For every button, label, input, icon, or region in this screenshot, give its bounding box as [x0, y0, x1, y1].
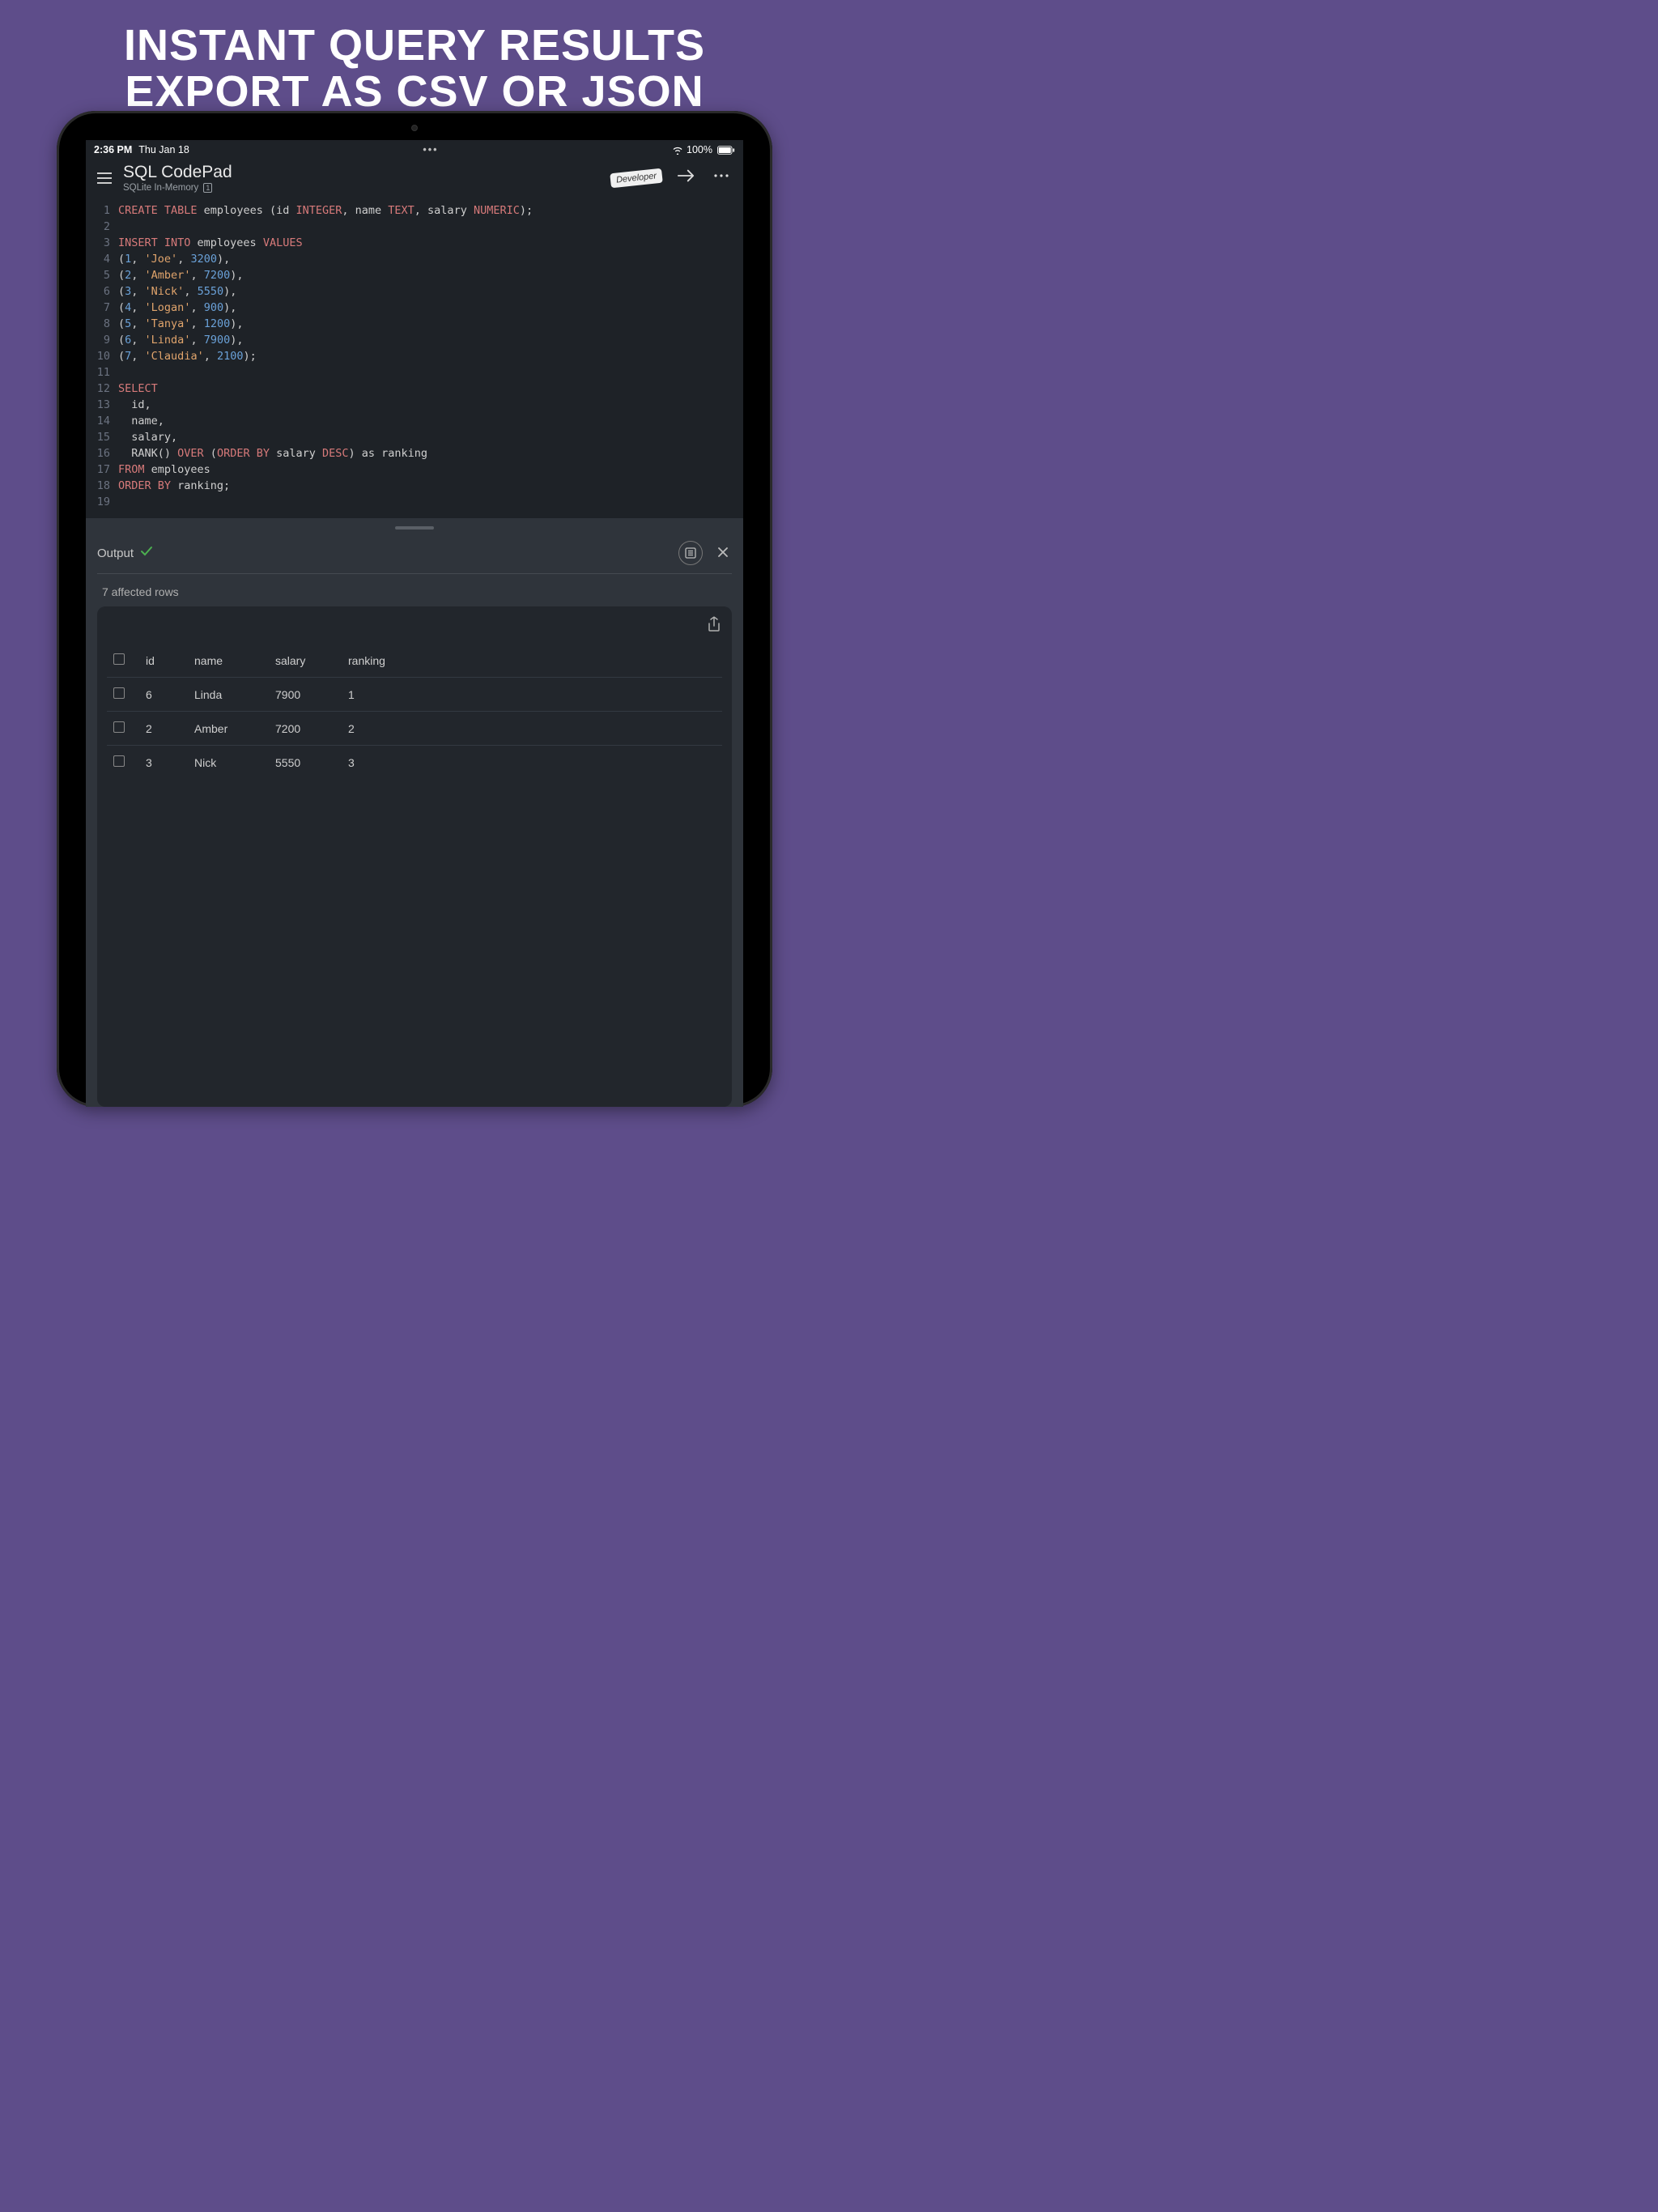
- column-header[interactable]: ranking: [342, 644, 722, 678]
- cell: Nick: [188, 746, 269, 780]
- line-number: 19: [86, 494, 118, 510]
- db-engine-label: SQLite In-Memory: [123, 183, 198, 193]
- cell: Amber: [188, 712, 269, 746]
- battery-percent: 100%: [687, 144, 712, 155]
- more-button[interactable]: [709, 168, 733, 187]
- wifi-icon: [672, 146, 683, 155]
- select-all-checkbox[interactable]: [113, 653, 125, 665]
- line-number: 2: [86, 219, 118, 235]
- line-number: 5: [86, 267, 118, 283]
- line-number: 4: [86, 251, 118, 267]
- line-number: 7: [86, 300, 118, 316]
- cell: 1: [342, 678, 722, 712]
- line-number: 18: [86, 478, 118, 494]
- cell: 7900: [269, 678, 342, 712]
- line-number: 16: [86, 445, 118, 462]
- status-date: Thu Jan 18: [138, 144, 189, 155]
- status-bar: 2:36 PM Thu Jan 18 ••• 100%: [86, 140, 743, 158]
- code-line: 4(1, 'Joe', 3200),: [86, 251, 743, 267]
- code-line: 16 RANK() OVER (ORDER BY salary DESC) as…: [86, 445, 743, 462]
- code-line: 3INSERT INTO employees VALUES: [86, 235, 743, 251]
- code-line: 10(7, 'Claudia', 2100);: [86, 348, 743, 364]
- code-line: 6(3, 'Nick', 5550),: [86, 283, 743, 300]
- code-line: 12SELECT: [86, 381, 743, 397]
- code-editor[interactable]: 1CREATE TABLE employees (id INTEGER, nam…: [86, 199, 743, 518]
- code-line: 18ORDER BY ranking;: [86, 478, 743, 494]
- cell: Linda: [188, 678, 269, 712]
- line-number: 11: [86, 364, 118, 381]
- table-row[interactable]: 6Linda79001: [107, 678, 722, 712]
- cell: 5550: [269, 746, 342, 780]
- app-screen: 2:36 PM Thu Jan 18 ••• 100% SQL CodePad: [86, 140, 743, 1107]
- line-number: 6: [86, 283, 118, 300]
- close-output-button[interactable]: [714, 545, 732, 562]
- column-header[interactable]: salary: [269, 644, 342, 678]
- code-line: 5(2, 'Amber', 7200),: [86, 267, 743, 283]
- app-header: SQL CodePad SQLite In-Memory 1 Developer: [86, 158, 743, 199]
- cell: 3: [342, 746, 722, 780]
- promo-headline: INSTANT QUERY RESULTS EXPORT AS CSV OR J…: [0, 0, 829, 114]
- result-card: idnamesalaryranking 6Linda790012Amber720…: [97, 606, 732, 1107]
- cell: 6: [139, 678, 188, 712]
- developer-badge: Developer: [610, 168, 663, 188]
- row-checkbox[interactable]: [113, 721, 125, 733]
- code-line: 11: [86, 364, 743, 381]
- cell: 3: [139, 746, 188, 780]
- code-line: 13 id,: [86, 397, 743, 413]
- table-row[interactable]: 2Amber72002: [107, 712, 722, 746]
- line-number: 15: [86, 429, 118, 445]
- export-button[interactable]: [708, 616, 721, 636]
- menu-button[interactable]: [96, 169, 113, 187]
- cell: 7200: [269, 712, 342, 746]
- column-header[interactable]: id: [139, 644, 188, 678]
- code-line: 2: [86, 219, 743, 235]
- line-number: 8: [86, 316, 118, 332]
- code-line: 1CREATE TABLE employees (id INTEGER, nam…: [86, 202, 743, 219]
- code-line: 14 name,: [86, 413, 743, 429]
- code-line: 8(5, 'Tanya', 1200),: [86, 316, 743, 332]
- app-title: SQL CodePad: [123, 163, 232, 182]
- line-number: 14: [86, 413, 118, 429]
- battery-icon: [716, 146, 735, 155]
- line-number: 13: [86, 397, 118, 413]
- row-checkbox[interactable]: [113, 755, 125, 767]
- line-number: 3: [86, 235, 118, 251]
- output-label: Output: [97, 547, 134, 560]
- column-header[interactable]: name: [188, 644, 269, 678]
- tablet-frame: 2:36 PM Thu Jan 18 ••• 100% SQL CodePad: [57, 111, 772, 1107]
- line-number: 17: [86, 462, 118, 478]
- multitask-dots: •••: [189, 144, 672, 155]
- camera-dot: [411, 125, 418, 131]
- view-mode-button[interactable]: [678, 541, 703, 565]
- code-line: 17FROM employees: [86, 462, 743, 478]
- cell: 2: [139, 712, 188, 746]
- line-number: 10: [86, 348, 118, 364]
- row-checkbox[interactable]: [113, 687, 125, 699]
- cell: 2: [342, 712, 722, 746]
- panel-drag-handle[interactable]: [395, 526, 434, 530]
- output-panel: Output 7 affected rows idnamesalaryr: [86, 518, 743, 1107]
- line-number: 12: [86, 381, 118, 397]
- table-row[interactable]: 3Nick55503: [107, 746, 722, 780]
- status-time: 2:36 PM: [94, 144, 132, 155]
- line-number: 9: [86, 332, 118, 348]
- line-number: 1: [86, 202, 118, 219]
- run-button[interactable]: [672, 168, 699, 188]
- affected-rows-label: 7 affected rows: [97, 574, 732, 606]
- tab-count-badge: 1: [203, 183, 212, 193]
- result-table: idnamesalaryranking 6Linda790012Amber720…: [107, 644, 722, 779]
- success-check-icon: [140, 546, 153, 560]
- code-line: 7(4, 'Logan', 900),: [86, 300, 743, 316]
- code-line: 9(6, 'Linda', 7900),: [86, 332, 743, 348]
- code-line: 15 salary,: [86, 429, 743, 445]
- code-line: 19: [86, 494, 743, 510]
